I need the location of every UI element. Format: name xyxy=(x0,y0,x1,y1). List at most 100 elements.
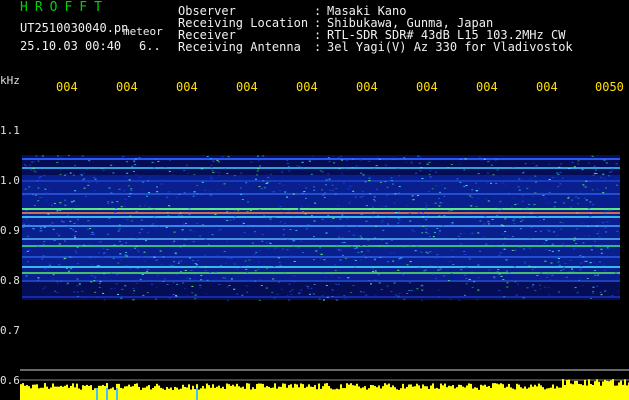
noise-dot xyxy=(487,223,490,225)
noise-dot xyxy=(214,271,217,273)
noise-dot xyxy=(135,173,138,175)
noise-dot xyxy=(243,225,246,227)
noise-dot xyxy=(449,260,452,262)
noise-dot xyxy=(286,162,289,164)
noise-dot xyxy=(463,185,466,187)
noise-dot xyxy=(505,184,508,186)
noise-dot xyxy=(374,279,377,281)
amplitude-bar xyxy=(130,386,132,400)
noise-dot xyxy=(506,282,509,284)
noise-dot xyxy=(420,251,423,253)
amplitude-bar xyxy=(172,389,174,400)
amplitude-bar xyxy=(394,387,396,400)
noise-dot xyxy=(330,274,333,276)
amplitude-bar xyxy=(294,383,296,400)
noise-dot xyxy=(51,222,54,224)
amplitude-bar xyxy=(264,387,266,400)
noise-dot xyxy=(426,252,429,254)
amplitude-bar xyxy=(60,385,62,400)
noise-dot xyxy=(420,285,423,287)
noise-dot xyxy=(577,160,580,162)
amplitude-bar xyxy=(46,386,48,400)
amplitude-bar xyxy=(576,380,578,400)
noise-dot xyxy=(77,218,80,220)
noise-dot xyxy=(435,257,438,259)
noise-dot xyxy=(136,267,139,269)
noise-dot xyxy=(135,282,138,284)
noise-dot xyxy=(503,237,506,239)
noise-dot xyxy=(195,264,198,266)
noise-dot xyxy=(296,165,299,167)
amplitude-bar xyxy=(480,384,482,400)
noise-dot xyxy=(117,293,120,295)
amplitude-bar xyxy=(410,384,412,400)
noise-dot xyxy=(73,200,76,202)
noise-dot xyxy=(74,231,77,233)
noise-dot xyxy=(581,169,584,171)
noise-dot xyxy=(470,167,473,169)
amplitude-bar xyxy=(380,388,382,400)
noise-dot xyxy=(210,166,213,168)
noise-dot xyxy=(226,299,229,301)
noise-dot xyxy=(558,166,561,168)
noise-dot xyxy=(196,266,199,268)
noise-dot xyxy=(436,228,439,230)
noise-dot xyxy=(124,198,127,200)
noise-dot xyxy=(57,257,60,259)
noise-dot xyxy=(145,192,148,194)
noise-dot xyxy=(110,288,113,290)
noise-dot xyxy=(192,260,195,262)
noise-dot xyxy=(33,204,36,206)
noise-dot xyxy=(502,243,505,245)
noise-dot xyxy=(80,174,83,176)
noise-dot xyxy=(490,257,493,259)
amplitude-bar xyxy=(556,386,558,400)
noise-dot xyxy=(191,292,194,294)
noise-dot xyxy=(457,235,460,237)
noise-dot xyxy=(511,235,514,237)
noise-dot xyxy=(119,253,122,255)
amplitude-bar xyxy=(66,384,68,400)
noise-dot xyxy=(314,202,317,204)
noise-dot xyxy=(146,292,149,294)
noise-dot xyxy=(511,272,514,274)
amplitude-bar xyxy=(386,384,388,400)
noise-dot xyxy=(147,180,150,182)
noise-dot xyxy=(364,181,367,183)
noise-dot xyxy=(94,178,97,180)
amplitude-bar xyxy=(406,386,408,400)
noise-dot xyxy=(199,235,202,237)
noise-dot xyxy=(123,211,126,213)
noise-dot xyxy=(129,215,132,217)
noise-dot xyxy=(484,198,487,200)
noise-dot xyxy=(440,256,443,258)
noise-dot xyxy=(73,222,76,224)
noise-dot xyxy=(290,263,293,265)
noise-dot xyxy=(463,233,466,235)
noise-dot xyxy=(377,215,380,217)
noise-dot xyxy=(573,240,576,242)
noise-dot xyxy=(26,218,29,220)
amplitude-bar xyxy=(28,386,30,400)
noise-dot xyxy=(56,233,59,235)
amplitude-bar xyxy=(210,387,212,400)
noise-dot xyxy=(343,241,346,243)
noise-dot xyxy=(500,208,503,210)
noise-dot xyxy=(197,259,200,261)
noise-dot xyxy=(52,274,55,276)
noise-dot xyxy=(180,260,183,262)
noise-dot xyxy=(392,260,395,262)
amplitude-bar xyxy=(252,387,254,400)
noise-dot xyxy=(37,187,40,189)
noise-dot xyxy=(321,189,324,191)
amplitude-bar xyxy=(290,384,292,400)
noise-dot xyxy=(550,262,553,264)
noise-dot xyxy=(477,187,480,189)
noise-dot xyxy=(90,281,93,283)
noise-dot xyxy=(598,261,601,263)
amplitude-bar xyxy=(164,389,166,400)
amplitude-bar xyxy=(170,387,172,400)
noise-dot xyxy=(374,270,377,272)
amplitude-bar xyxy=(314,385,316,400)
noise-dot xyxy=(263,214,266,216)
